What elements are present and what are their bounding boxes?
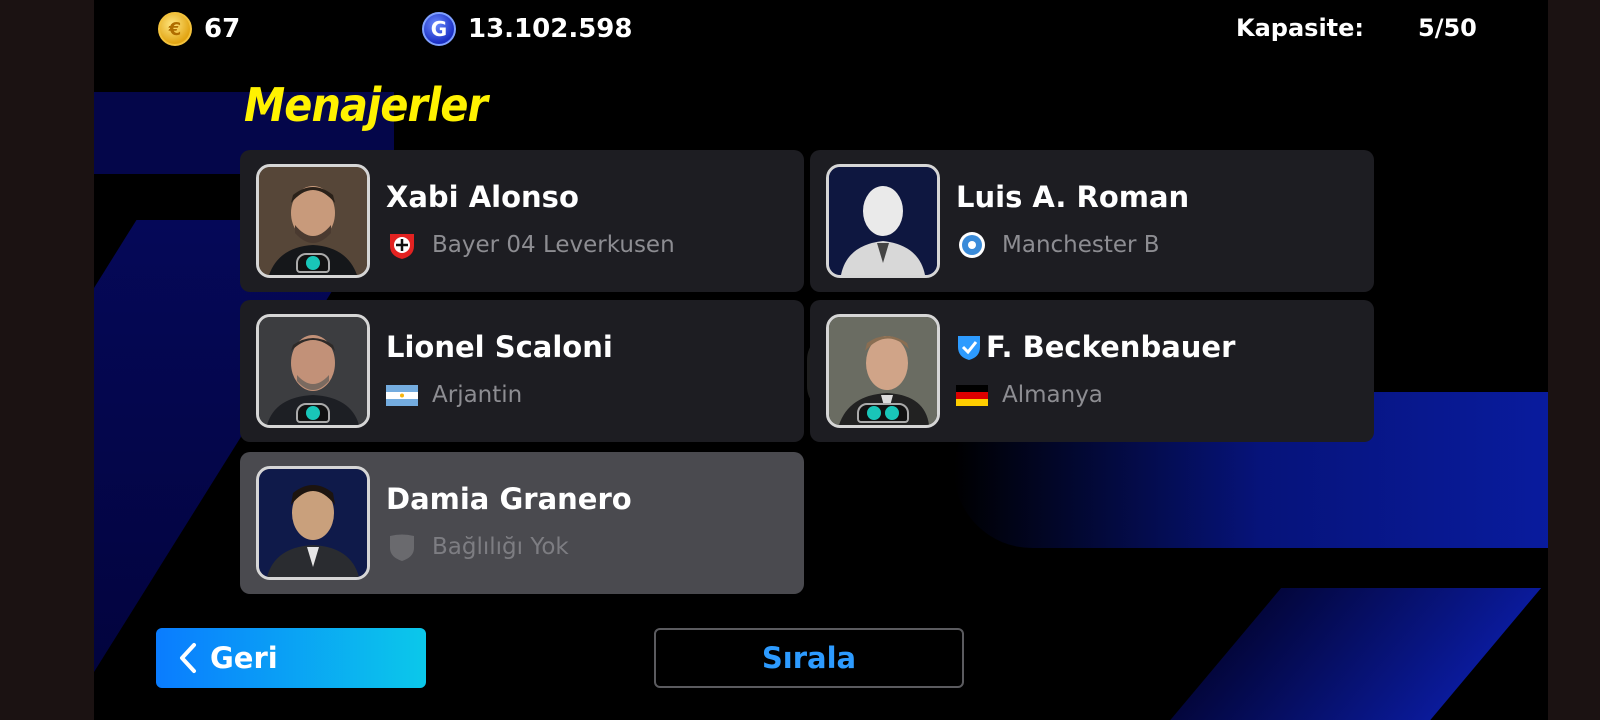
manager-club: Arjantin — [432, 382, 523, 408]
manager-name: Xabi Alonso — [386, 180, 579, 214]
gp-icon: G — [422, 12, 456, 46]
game-screen: € 67 G 13.102.598 Kapasite: 5/50 Menajer… — [94, 0, 1548, 720]
manager-card[interactable]: Xabi Alonso Bayer 04 Leverkusen — [240, 150, 804, 292]
verified-shield-icon — [958, 336, 980, 360]
manager-club: Bağlılığı Yok — [432, 534, 569, 560]
gp-value: 13.102.598 — [468, 14, 633, 44]
skill-badge — [296, 253, 330, 273]
silhouette-icon — [829, 167, 937, 275]
manager-face-icon — [259, 469, 367, 577]
manager-club: Almanya — [1002, 382, 1103, 408]
manager-club: Bayer 04 Leverkusen — [432, 232, 675, 258]
manager-portrait — [826, 314, 940, 428]
sort-button[interactable]: Sırala — [654, 628, 964, 688]
manager-portrait — [256, 164, 370, 278]
skill-badge — [296, 403, 330, 423]
coins-display: € 67 — [158, 12, 240, 46]
manager-name: Luis A. Roman — [956, 180, 1190, 214]
manager-portrait — [826, 164, 940, 278]
manager-name: F. Beckenbauer — [956, 330, 1235, 364]
back-button[interactable]: Geri — [156, 628, 426, 688]
bayer-leverkusen-crest-icon — [390, 234, 414, 259]
manager-card[interactable]: Luis A. Roman Manchester B — [810, 150, 1374, 292]
top-bar: € 67 G 13.102.598 Kapasite: 5/50 — [94, 0, 1548, 56]
manager-card[interactable]: F. Beckenbauer Almanya — [810, 300, 1374, 442]
manager-portrait — [256, 466, 370, 580]
manchester-b-crest-icon — [959, 232, 985, 258]
skill-badge — [857, 403, 909, 423]
no-affiliation-shield-icon — [390, 534, 414, 561]
coins-value: 67 — [204, 14, 241, 44]
sort-button-label: Sırala — [761, 641, 857, 675]
manager-club: Manchester B — [1002, 232, 1160, 258]
manager-card[interactable]: Damia Granero Bağlılığı Yok — [240, 452, 804, 594]
argentina-flag-icon — [386, 385, 418, 406]
background-shape — [1146, 588, 1542, 720]
manager-card[interactable]: Lionel Scaloni Arjantin — [240, 300, 804, 442]
manager-name-text: F. Beckenbauer — [986, 330, 1236, 364]
gp-display: G 13.102.598 — [422, 12, 632, 46]
manager-name: Lionel Scaloni — [386, 330, 613, 364]
capacity-label: Kapasite: — [1236, 14, 1365, 42]
manager-name: Damia Granero — [386, 482, 632, 516]
page-title: Menajerler — [244, 78, 488, 132]
germany-flag-icon — [956, 385, 988, 406]
chevron-left-icon — [180, 643, 196, 673]
back-button-label: Geri — [210, 641, 278, 675]
manager-portrait — [256, 314, 370, 428]
capacity-value: 5/50 — [1418, 14, 1477, 42]
coin-icon: € — [158, 12, 192, 46]
